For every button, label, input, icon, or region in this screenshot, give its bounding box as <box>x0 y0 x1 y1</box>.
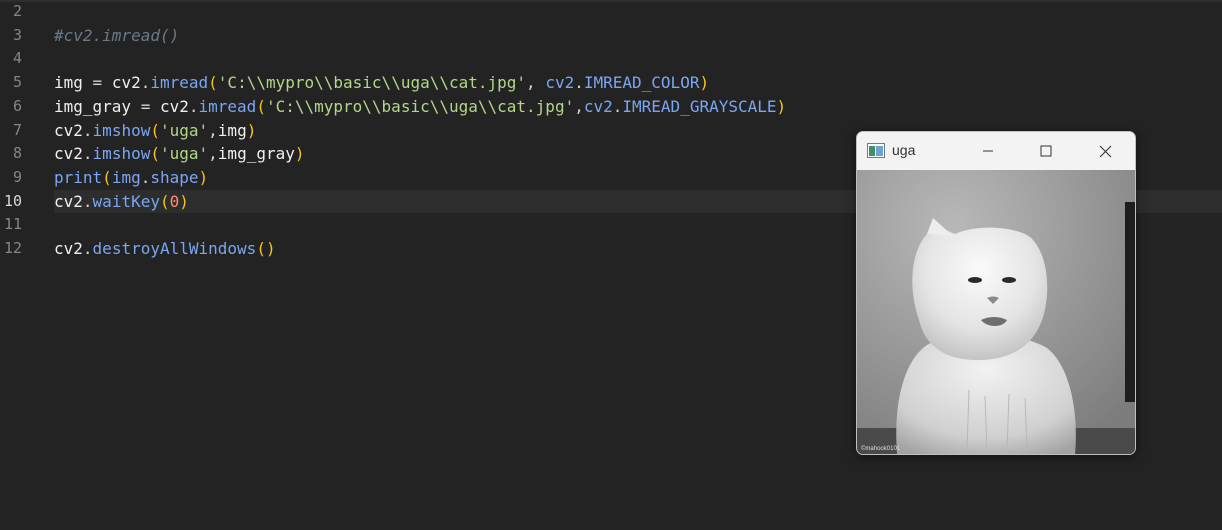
code-token: IMREAD_GRAYSCALE <box>622 96 777 116</box>
code-token: imshow <box>92 120 151 140</box>
line-number: 6 <box>12 96 22 115</box>
window-titlebar[interactable]: uga <box>857 132 1135 170</box>
code-text: cv2.imshow('uga',img_gray) <box>54 142 305 166</box>
line-number: 8 <box>12 144 22 163</box>
code-token: . <box>140 167 151 187</box>
code-token: imread <box>150 73 209 93</box>
code-text: #cv2.imread() <box>54 24 179 48</box>
code-token: print <box>54 167 103 187</box>
close-icon <box>1099 145 1111 157</box>
code-token: ( <box>208 73 218 93</box>
minimize-button[interactable] <box>965 132 1011 170</box>
code-token: IMREAD_COLOR <box>583 73 700 93</box>
code-line[interactable]: 6 img_gray = cv2.imread('C:\\mypro\\basic… <box>0 95 1222 119</box>
opencv-window-icon <box>867 143 885 158</box>
code-text: cv2.destroyAllWindows() <box>54 237 276 261</box>
code-token: ( <box>102 167 112 187</box>
code-token: ) <box>699 73 710 93</box>
code-text: cv2.imshow('uga',img) <box>54 119 256 143</box>
code-token: ( <box>256 96 266 116</box>
line-number: 3 <box>12 25 22 44</box>
code-token: . <box>82 239 93 258</box>
code-token: ) <box>246 120 257 140</box>
code-token: img <box>217 120 247 140</box>
code-token: ( <box>159 191 170 211</box>
close-button[interactable] <box>1082 132 1128 170</box>
code-token: 'C:\\mypro\\basic\\uga\\cat.jpg' <box>265 96 575 116</box>
code-token: shape <box>150 167 199 187</box>
code-text: cv2.waitKey(0) <box>54 190 189 214</box>
image-display: ©mahook0101 <box>857 170 1135 454</box>
code-token: , <box>208 144 218 164</box>
code-token: = <box>131 96 160 116</box>
code-line[interactable]: 3 #cv2.imread() <box>0 24 1222 48</box>
code-token: ) <box>776 96 787 116</box>
line-number: 7 <box>12 120 22 139</box>
code-token: cv2 <box>54 191 83 211</box>
code-token: ( <box>150 120 160 140</box>
image-watermark: ©mahook0101 <box>861 446 901 452</box>
line-number: 12 <box>3 239 22 257</box>
code-token: . <box>82 191 93 211</box>
code-text: img = cv2.imread('C:\\mypro\\basic\\uga\… <box>54 71 709 95</box>
code-token: 'C:\\mypro\\basic\\uga\\cat.jpg' <box>217 73 527 93</box>
code-token: 'uga' <box>159 120 209 140</box>
code-token: ) <box>179 191 189 211</box>
code-text: print(img.shape) <box>54 166 208 190</box>
code-token: ) <box>198 167 209 187</box>
code-line[interactable]: 5 img = cv2.imread('C:\\mypro\\basic\\uga… <box>0 71 1222 95</box>
minimize-icon <box>983 150 993 152</box>
line-number: 2 <box>12 2 22 20</box>
code-token: img_gray <box>54 96 132 116</box>
code-token: #cv2.imread() <box>54 25 180 45</box>
line-number: 4 <box>12 49 22 68</box>
code-token: = <box>82 73 112 93</box>
line-number: 10 <box>3 191 22 210</box>
code-token: destroyAllWindows <box>92 239 257 258</box>
code-token: cv2 <box>54 120 83 140</box>
code-token: cv2 <box>583 96 613 116</box>
code-token: 'uga' <box>159 144 209 164</box>
code-token: () <box>256 239 276 258</box>
opencv-image-window[interactable]: uga ©mahook0101 <box>856 131 1136 455</box>
code-token: , <box>526 73 546 93</box>
code-token: img <box>54 73 83 93</box>
code-token: imshow <box>92 144 151 164</box>
maximize-icon <box>1040 145 1052 157</box>
code-token: , <box>574 96 584 116</box>
code-token: . <box>140 73 151 93</box>
code-token: cv2 <box>159 96 189 116</box>
code-token: img <box>111 167 141 187</box>
code-token: , <box>208 120 218 140</box>
line-number: 11 <box>3 215 22 234</box>
code-token: imread <box>198 96 257 116</box>
grayscale-cat-photo <box>857 170 1135 454</box>
line-number: 5 <box>12 73 22 92</box>
code-token: . <box>82 144 93 164</box>
code-token: cv2 <box>54 144 83 164</box>
code-token: img_gray <box>217 144 295 164</box>
code-token: cv2 <box>54 239 83 258</box>
code-text: img_gray = cv2.imread('C:\\mypro\\basic\… <box>54 95 786 119</box>
code-token: cv2 <box>111 73 141 93</box>
window-title: uga <box>892 142 916 158</box>
code-token: . <box>612 96 623 116</box>
code-token: ) <box>294 144 305 164</box>
maximize-button[interactable] <box>1023 132 1069 170</box>
code-token: . <box>188 96 199 116</box>
code-token: . <box>82 120 93 140</box>
code-token: waitKey <box>92 191 160 211</box>
code-token: 0 <box>169 191 180 211</box>
code-line[interactable]: 4 <box>0 47 1222 71</box>
code-token: ( <box>150 144 160 164</box>
code-line[interactable]: 2 <box>0 0 1222 24</box>
line-number: 9 <box>12 167 22 186</box>
code-token: cv2 <box>545 73 575 93</box>
code-token: . <box>574 73 584 93</box>
